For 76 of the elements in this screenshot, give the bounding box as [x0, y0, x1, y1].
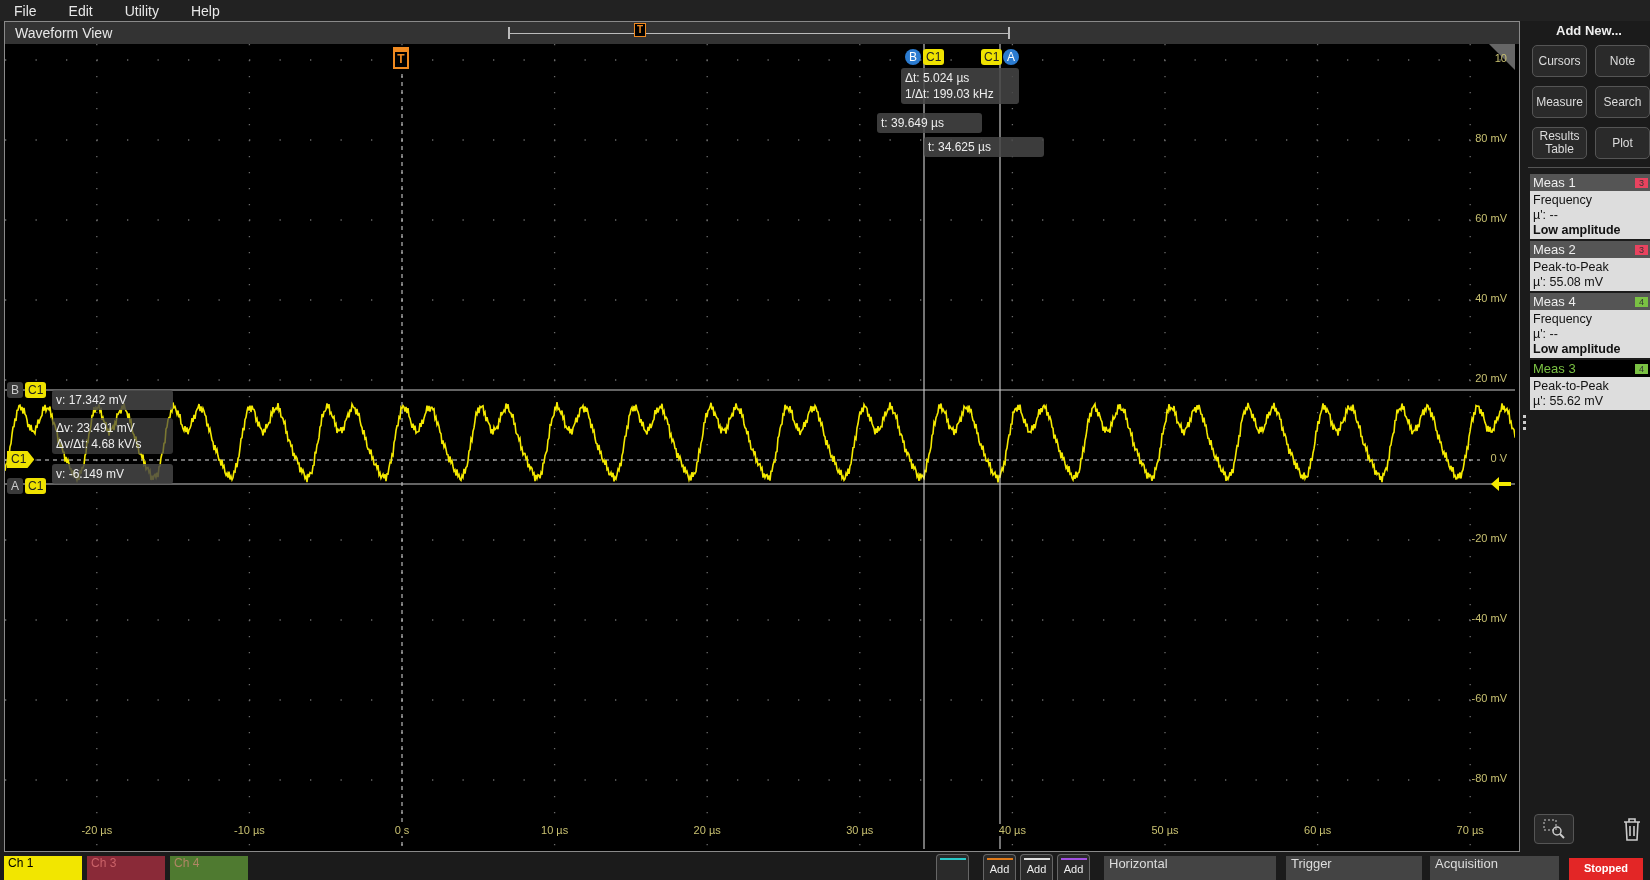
arrow-icon[interactable] [1491, 477, 1511, 491]
trash-icon[interactable] [1622, 817, 1642, 841]
source-badge: 4 [1635, 363, 1648, 374]
axis-label: 40 mV [1475, 292, 1507, 304]
tool-button[interactable]: Cursors [1532, 45, 1587, 77]
panel-title: Add New... [1555, 23, 1623, 40]
measurement-text: Peak-to-Peak [1533, 260, 1610, 275]
add-waveform-button[interactable]: Add [983, 854, 1016, 880]
add-waveform-button[interactable]: Add [1020, 854, 1053, 880]
measurement-header[interactable]: Meas 1 3 [1530, 174, 1650, 191]
zoom-icon[interactable] [1534, 814, 1574, 844]
measurement-warning: Low amplitude [1533, 342, 1622, 357]
axis-label: -20 mV [1471, 532, 1507, 544]
measurement-header[interactable]: Meas 4 4 [1530, 293, 1650, 310]
channel-tab[interactable]: Ch 1 [4, 856, 82, 880]
cursor-time-readout: t: 39.649 µs [877, 113, 982, 133]
measurement-header[interactable]: Meas 2 3 [1530, 241, 1650, 258]
panel-title: Waveform View [14, 25, 113, 41]
measurement-text: Peak-to-Peak [1533, 379, 1610, 394]
measurement-text: µ': -- [1533, 327, 1559, 342]
axis-label: 60 mV [1475, 212, 1507, 224]
menu-item[interactable]: Edit [62, 2, 107, 19]
channel-marker[interactable]: C1 [7, 451, 35, 468]
cursor-label[interactable]: A [7, 478, 23, 494]
status-badge[interactable]: Horizontal [1104, 856, 1276, 880]
source-badge: 4 [1635, 296, 1648, 307]
tool-button[interactable]: Results Table [1532, 127, 1587, 159]
axis-label: 0 V [1490, 452, 1507, 464]
measurement-text: Frequency [1533, 193, 1594, 208]
axis-label: -80 mV [1471, 772, 1507, 784]
axis-label: 80 mV [1475, 132, 1507, 144]
add-waveform-button[interactable]: Add [1057, 854, 1090, 880]
cursor-label[interactable]: C1 [981, 49, 1003, 65]
menu-item[interactable]: Utility [118, 2, 173, 19]
status-badge[interactable]: Acquisition [1430, 856, 1559, 880]
time-readout: Δt: 5.024 µs 1/Δt: 199.03 kHz [901, 68, 1019, 104]
status-badge[interactable]: Trigger [1286, 856, 1422, 880]
cursor-line[interactable] [923, 44, 925, 849]
measurement-warning: Low amplitude [1533, 223, 1622, 238]
measurement-text: µ': -- [1533, 208, 1559, 223]
measurement-card[interactable]: Meas 3 4 Peak-to-Peak µ': 55.62 mV [1530, 360, 1650, 410]
tool-button[interactable]: Search [1595, 86, 1650, 118]
cursor-label[interactable]: B [905, 49, 921, 65]
add-waveform-button[interactable] [936, 854, 969, 880]
cursor-label[interactable]: C1 [923, 49, 945, 65]
measurement-card[interactable]: Meas 1 3 Frequency µ': -- Low amplitude [1530, 174, 1650, 239]
trigger-marker[interactable]: T [393, 47, 409, 69]
delta-readout: Δv: 23.491 mV Δv/Δt: 4.68 kV/s [52, 418, 173, 454]
measurement-text: µ': 55.08 mV [1533, 275, 1605, 290]
cursor-time-readout: t: 34.625 µs [924, 137, 1044, 157]
axis-label: -40 mV [1471, 612, 1507, 624]
cursor-level-readout: v: 17.342 mV [52, 390, 173, 410]
cursor-level-readout: v: -6.149 mV [52, 464, 173, 484]
measurement-card[interactable]: Meas 2 3 Peak-to-Peak µ': 55.08 mV [1530, 241, 1650, 291]
channel-label[interactable]: C1 [25, 382, 47, 398]
measurement-text: µ': 55.62 mV [1533, 394, 1605, 409]
cursor-line[interactable] [999, 44, 1001, 849]
source-badge: 3 [1635, 244, 1648, 255]
cursor-label[interactable]: B [7, 382, 23, 398]
axis-label: -60 mV [1471, 692, 1507, 704]
menu-item[interactable]: Help [184, 2, 234, 19]
trigger-marker: T [634, 23, 647, 37]
axis-label: 20 mV [1475, 372, 1507, 384]
run-state-button[interactable]: Stopped [1569, 858, 1643, 880]
menu-item[interactable]: File [8, 2, 51, 19]
channel-label[interactable]: C1 [25, 478, 47, 494]
tool-button[interactable]: Plot [1595, 127, 1650, 159]
tool-button[interactable]: Measure [1532, 86, 1587, 118]
tool-button[interactable]: Note [1595, 45, 1650, 77]
cursor-label[interactable]: A [1003, 49, 1019, 65]
measurement-card[interactable]: Meas 4 4 Frequency µ': -- Low amplitude [1530, 293, 1650, 358]
axis-label: 10 [1494, 52, 1507, 64]
measurement-text: Frequency [1533, 312, 1594, 327]
cursor-line[interactable] [5, 483, 1515, 485]
source-badge: 3 [1635, 177, 1648, 188]
measurement-header[interactable]: Meas 3 4 [1530, 360, 1650, 377]
